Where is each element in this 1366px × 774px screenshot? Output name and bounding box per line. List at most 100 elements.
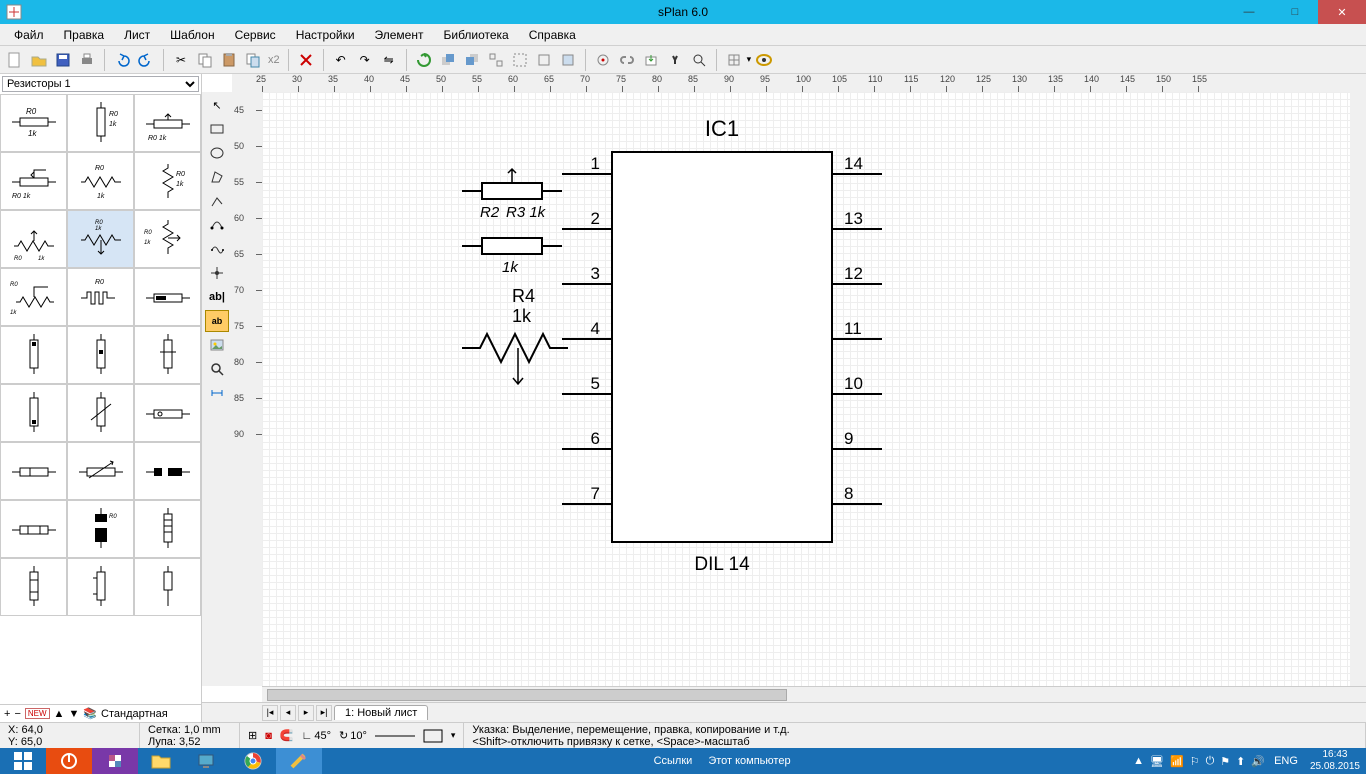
node-tool-icon[interactable] [205, 262, 229, 284]
lib-item[interactable] [0, 442, 67, 500]
open-icon[interactable] [28, 49, 50, 71]
find-icon[interactable] [664, 49, 686, 71]
minimize-button[interactable]: — [1226, 0, 1272, 24]
lib-item[interactable] [0, 384, 67, 442]
lib-item[interactable]: R01k [134, 210, 201, 268]
poly-tool-icon[interactable] [205, 166, 229, 188]
tray-icon[interactable]: ⏻ [1206, 755, 1215, 768]
tray-lang[interactable]: ENG [1274, 755, 1298, 767]
text-tool-icon[interactable]: ab| [205, 286, 229, 308]
tray-up-icon[interactable]: ▲ [1133, 755, 1144, 767]
tray-icon[interactable]: 🖥 [1150, 755, 1164, 768]
group-icon[interactable] [485, 49, 507, 71]
lib-item[interactable] [134, 558, 201, 616]
lib-mode-label[interactable]: Стандартная [101, 708, 168, 720]
select-tool-icon[interactable]: ↖ [205, 94, 229, 116]
cut-icon[interactable]: ✂ [170, 49, 192, 71]
lib-item[interactable]: R01k [67, 94, 134, 152]
lib-item-selected[interactable]: R01k [67, 210, 134, 268]
lib-item[interactable] [0, 326, 67, 384]
lib-item[interactable] [0, 500, 67, 558]
lib-new-icon[interactable]: NEW [25, 708, 50, 719]
tray-icon[interactable]: 🔊 [1251, 755, 1265, 768]
snap-toggle-icon[interactable]: ◙ [265, 730, 272, 742]
sheet-tab-1[interactable]: 1: Новый лист [334, 705, 428, 720]
export-icon[interactable] [640, 49, 662, 71]
lib-book-icon[interactable]: 📚 [83, 707, 97, 720]
redo-icon[interactable] [135, 49, 157, 71]
more-icon[interactable] [533, 49, 555, 71]
more2-icon[interactable] [557, 49, 579, 71]
close-button[interactable]: ✕ [1318, 0, 1366, 24]
lib-item[interactable]: R0 [67, 500, 134, 558]
lib-item[interactable] [67, 326, 134, 384]
lib-item[interactable]: R01k [0, 94, 67, 152]
lib-item[interactable]: R0 1k [134, 94, 201, 152]
image-tool-icon[interactable] [205, 334, 229, 356]
plus-icon[interactable]: + [4, 708, 10, 720]
tray-icon[interactable]: 📶 [1170, 755, 1184, 768]
print-icon[interactable] [76, 49, 98, 71]
link-icon[interactable] [616, 49, 638, 71]
lib-item[interactable] [67, 558, 134, 616]
menu-sheet[interactable]: Лист [114, 26, 160, 44]
task-app1[interactable] [46, 748, 92, 774]
spline-tool-icon[interactable] [205, 238, 229, 260]
grid-toggle-icon[interactable]: ⊞ [248, 729, 257, 742]
menu-settings[interactable]: Настройки [286, 26, 365, 44]
circle-tool-icon[interactable] [205, 142, 229, 164]
menu-template[interactable]: Шаблон [160, 26, 224, 44]
ungroup-icon[interactable] [509, 49, 531, 71]
front-icon[interactable] [437, 49, 459, 71]
taskbar-link2[interactable]: Этот компьютер [708, 755, 790, 767]
canvas[interactable]: IC1 DIL 14 1234567 141312111098 R2 R3 1k [262, 92, 1350, 686]
fill-style-icon[interactable] [423, 729, 443, 743]
maximize-button[interactable]: □ [1272, 0, 1318, 24]
lib-item[interactable]: R01k [67, 152, 134, 210]
menu-file[interactable]: Файл [4, 26, 54, 44]
rect-tool-icon[interactable] [205, 118, 229, 140]
paste-icon[interactable] [218, 49, 240, 71]
lib-item[interactable] [134, 500, 201, 558]
menu-help[interactable]: Справка [519, 26, 586, 44]
task-chrome[interactable] [230, 748, 276, 774]
undo-icon[interactable] [111, 49, 133, 71]
menu-edit[interactable]: Правка [54, 26, 115, 44]
minus-icon[interactable]: − [14, 708, 20, 720]
scrollbar-vertical[interactable] [1350, 92, 1366, 686]
task-app2[interactable] [92, 748, 138, 774]
sheet-next-icon[interactable]: ▸ [298, 705, 314, 721]
lib-item[interactable] [67, 384, 134, 442]
lib-item[interactable] [134, 326, 201, 384]
measure-tool-icon[interactable] [205, 382, 229, 404]
lib-item[interactable]: R01k [134, 152, 201, 210]
start-button[interactable] [0, 748, 46, 774]
snap-icon[interactable] [592, 49, 614, 71]
zoom-extent-icon[interactable] [753, 49, 775, 71]
lib-item[interactable]: R0 1k [0, 152, 67, 210]
refresh-icon[interactable] [413, 49, 435, 71]
magnet-icon[interactable]: 🧲 [280, 729, 294, 742]
task-computer[interactable] [184, 748, 230, 774]
lib-up-icon[interactable]: ▲ [54, 708, 65, 720]
textbox-tool-icon[interactable]: ab [205, 310, 229, 332]
save-icon[interactable] [52, 49, 74, 71]
lib-down-icon[interactable]: ▼ [68, 708, 79, 720]
lib-item[interactable]: R0 [67, 268, 134, 326]
sheet-last-icon[interactable]: ▸| [316, 705, 332, 721]
new-icon[interactable] [4, 49, 26, 71]
scrollbar-horizontal[interactable] [262, 686, 1366, 702]
line-style-icon[interactable] [375, 730, 415, 742]
flip-h-icon[interactable]: ⇋ [378, 49, 400, 71]
menu-element[interactable]: Элемент [365, 26, 434, 44]
library-category-select[interactable]: Резисторы 1 [2, 76, 199, 92]
tray-icon[interactable]: ⚐ [1190, 755, 1200, 768]
copy-icon[interactable] [194, 49, 216, 71]
menu-library[interactable]: Библиотека [433, 26, 518, 44]
menu-service[interactable]: Сервис [225, 26, 286, 44]
lib-item[interactable] [134, 442, 201, 500]
task-explorer[interactable] [138, 748, 184, 774]
curve-tool-icon[interactable] [205, 214, 229, 236]
rotate-left-icon[interactable]: ↶ [330, 49, 352, 71]
tray-icon[interactable]: ⬆ [1236, 755, 1245, 768]
